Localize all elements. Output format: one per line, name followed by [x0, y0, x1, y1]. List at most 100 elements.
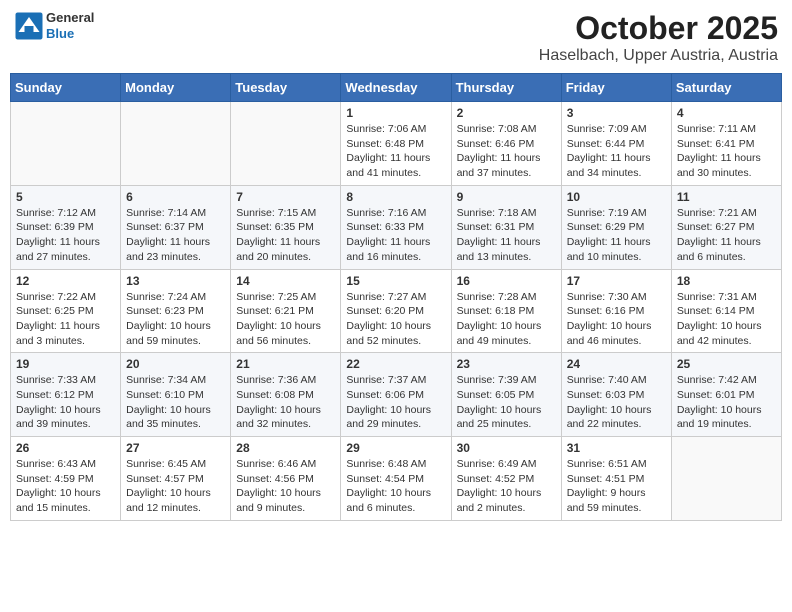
calendar-cell: 6 Sunrise: 7:14 AMSunset: 6:37 PMDaylight… — [121, 185, 231, 269]
calendar-cell — [671, 437, 781, 521]
day-number: 2 — [457, 106, 556, 120]
logo: General Blue — [14, 10, 94, 41]
calendar-week-0: 1 Sunrise: 7:06 AMSunset: 6:48 PMDaylight… — [11, 102, 782, 186]
day-number: 30 — [457, 441, 556, 455]
day-number: 6 — [126, 190, 225, 204]
calendar-cell: 12 Sunrise: 7:22 AMSunset: 6:25 PMDayligh… — [11, 269, 121, 353]
calendar-cell: 13 Sunrise: 7:24 AMSunset: 6:23 PMDayligh… — [121, 269, 231, 353]
cell-content: Sunrise: 7:19 AMSunset: 6:29 PMDaylight:… — [567, 206, 666, 265]
day-number: 21 — [236, 357, 335, 371]
cell-content: Sunrise: 7:08 AMSunset: 6:46 PMDaylight:… — [457, 122, 556, 181]
title-block: October 2025 Haselbach, Upper Austria, A… — [539, 10, 778, 65]
cell-content: Sunrise: 7:06 AMSunset: 6:48 PMDaylight:… — [346, 122, 445, 181]
calendar-cell: 28 Sunrise: 6:46 AMSunset: 4:56 PMDayligh… — [231, 437, 341, 521]
cell-content: Sunrise: 7:28 AMSunset: 6:18 PMDaylight:… — [457, 290, 556, 349]
calendar-cell: 3 Sunrise: 7:09 AMSunset: 6:44 PMDaylight… — [561, 102, 671, 186]
calendar-cell: 11Sunrise: 7:21 AMSunset: 6:27 PMDayligh… — [671, 185, 781, 269]
calendar-cell: 26 Sunrise: 6:43 AMSunset: 4:59 PMDayligh… — [11, 437, 121, 521]
calendar-cell — [121, 102, 231, 186]
day-number: 14 — [236, 274, 335, 288]
weekday-header-thursday: Thursday — [451, 74, 561, 102]
day-number: 15 — [346, 274, 445, 288]
logo-blue-text: Blue — [46, 26, 94, 42]
cell-content: Sunrise: 7:36 AMSunset: 6:08 PMDaylight:… — [236, 373, 335, 432]
calendar-cell: 2 Sunrise: 7:08 AMSunset: 6:46 PMDaylight… — [451, 102, 561, 186]
day-number: 29 — [346, 441, 445, 455]
calendar-cell: 5Sunrise: 7:12 AMSunset: 6:39 PMDaylight… — [11, 185, 121, 269]
calendar-cell — [11, 102, 121, 186]
cell-content: Sunrise: 6:46 AMSunset: 4:56 PMDaylight:… — [236, 457, 335, 516]
logo-text: General Blue — [46, 10, 94, 41]
calendar-cell: 15 Sunrise: 7:27 AMSunset: 6:20 PMDayligh… — [341, 269, 451, 353]
day-number: 27 — [126, 441, 225, 455]
calendar-cell: 31Sunrise: 6:51 AMSunset: 4:51 PMDayligh… — [561, 437, 671, 521]
cell-content: Sunrise: 7:09 AMSunset: 6:44 PMDaylight:… — [567, 122, 666, 181]
day-number: 26 — [16, 441, 115, 455]
calendar-cell: 24Sunrise: 7:40 AMSunset: 6:03 PMDayligh… — [561, 353, 671, 437]
cell-content: Sunrise: 7:21 AMSunset: 6:27 PMDaylight:… — [677, 206, 776, 265]
weekday-header-saturday: Saturday — [671, 74, 781, 102]
calendar-week-1: 5Sunrise: 7:12 AMSunset: 6:39 PMDaylight… — [11, 185, 782, 269]
calendar-cell: 23Sunrise: 7:39 AMSunset: 6:05 PMDayligh… — [451, 353, 561, 437]
cell-content: Sunrise: 7:42 AMSunset: 6:01 PMDaylight:… — [677, 373, 776, 432]
logo-icon — [14, 11, 44, 41]
location-title: Haselbach, Upper Austria, Austria — [539, 47, 778, 65]
calendar-cell: 4Sunrise: 7:11 AMSunset: 6:41 PMDaylight… — [671, 102, 781, 186]
calendar-table: SundayMondayTuesdayWednesdayThursdayFrid… — [10, 73, 782, 521]
cell-content: Sunrise: 7:16 AMSunset: 6:33 PMDaylight:… — [346, 206, 445, 265]
calendar-cell: 27 Sunrise: 6:45 AMSunset: 4:57 PMDayligh… — [121, 437, 231, 521]
calendar-cell: 19 Sunrise: 7:33 AMSunset: 6:12 PMDayligh… — [11, 353, 121, 437]
cell-content: Sunrise: 7:34 AMSunset: 6:10 PMDaylight:… — [126, 373, 225, 432]
day-number: 18 — [677, 274, 776, 288]
weekday-header-row: SundayMondayTuesdayWednesdayThursdayFrid… — [11, 74, 782, 102]
cell-content: Sunrise: 6:43 AMSunset: 4:59 PMDaylight:… — [16, 457, 115, 516]
cell-content: Sunrise: 6:48 AMSunset: 4:54 PMDaylight:… — [346, 457, 445, 516]
cell-content: Sunrise: 7:24 AMSunset: 6:23 PMDaylight:… — [126, 290, 225, 349]
cell-content: Sunrise: 7:18 AMSunset: 6:31 PMDaylight:… — [457, 206, 556, 265]
logo-general-text: General — [46, 10, 94, 26]
cell-content: Sunrise: 7:27 AMSunset: 6:20 PMDaylight:… — [346, 290, 445, 349]
weekday-header-wednesday: Wednesday — [341, 74, 451, 102]
day-number: 1 — [346, 106, 445, 120]
calendar-cell: 29 Sunrise: 6:48 AMSunset: 4:54 PMDayligh… — [341, 437, 451, 521]
day-number: 31 — [567, 441, 666, 455]
calendar-cell: 8Sunrise: 7:16 AMSunset: 6:33 PMDaylight… — [341, 185, 451, 269]
calendar-week-3: 19 Sunrise: 7:33 AMSunset: 6:12 PMDayligh… — [11, 353, 782, 437]
month-title: October 2025 — [539, 10, 778, 47]
calendar-cell: 18 Sunrise: 7:31 AMSunset: 6:14 PMDayligh… — [671, 269, 781, 353]
day-number: 12 — [16, 274, 115, 288]
day-number: 7 — [236, 190, 335, 204]
cell-content: Sunrise: 7:33 AMSunset: 6:12 PMDaylight:… — [16, 373, 115, 432]
calendar-cell: 17 Sunrise: 7:30 AMSunset: 6:16 PMDayligh… — [561, 269, 671, 353]
cell-content: Sunrise: 7:22 AMSunset: 6:25 PMDaylight:… — [16, 290, 115, 349]
cell-content: Sunrise: 6:49 AMSunset: 4:52 PMDaylight:… — [457, 457, 556, 516]
day-number: 3 — [567, 106, 666, 120]
day-number: 10 — [567, 190, 666, 204]
day-number: 19 — [16, 357, 115, 371]
cell-content: Sunrise: 7:39 AMSunset: 6:05 PMDaylight:… — [457, 373, 556, 432]
cell-content: Sunrise: 7:14 AMSunset: 6:37 PMDaylight:… — [126, 206, 225, 265]
day-number: 28 — [236, 441, 335, 455]
day-number: 17 — [567, 274, 666, 288]
calendar-cell: 9 Sunrise: 7:18 AMSunset: 6:31 PMDaylight… — [451, 185, 561, 269]
day-number: 22 — [346, 357, 445, 371]
calendar-cell: 16Sunrise: 7:28 AMSunset: 6:18 PMDayligh… — [451, 269, 561, 353]
day-number: 13 — [126, 274, 225, 288]
day-number: 9 — [457, 190, 556, 204]
day-number: 24 — [567, 357, 666, 371]
calendar-cell: 7 Sunrise: 7:15 AMSunset: 6:35 PMDaylight… — [231, 185, 341, 269]
cell-content: Sunrise: 7:31 AMSunset: 6:14 PMDaylight:… — [677, 290, 776, 349]
calendar-cell: 25 Sunrise: 7:42 AMSunset: 6:01 PMDayligh… — [671, 353, 781, 437]
cell-content: Sunrise: 7:15 AMSunset: 6:35 PMDaylight:… — [236, 206, 335, 265]
calendar-week-2: 12 Sunrise: 7:22 AMSunset: 6:25 PMDayligh… — [11, 269, 782, 353]
calendar-cell: 14Sunrise: 7:25 AMSunset: 6:21 PMDayligh… — [231, 269, 341, 353]
day-number: 20 — [126, 357, 225, 371]
calendar-cell: 22Sunrise: 7:37 AMSunset: 6:06 PMDayligh… — [341, 353, 451, 437]
weekday-header-tuesday: Tuesday — [231, 74, 341, 102]
day-number: 25 — [677, 357, 776, 371]
cell-content: Sunrise: 6:45 AMSunset: 4:57 PMDaylight:… — [126, 457, 225, 516]
cell-content: Sunrise: 7:11 AMSunset: 6:41 PMDaylight:… — [677, 122, 776, 181]
day-number: 5 — [16, 190, 115, 204]
cell-content: Sunrise: 7:30 AMSunset: 6:16 PMDaylight:… — [567, 290, 666, 349]
calendar-cell: 21 Sunrise: 7:36 AMSunset: 6:08 PMDayligh… — [231, 353, 341, 437]
